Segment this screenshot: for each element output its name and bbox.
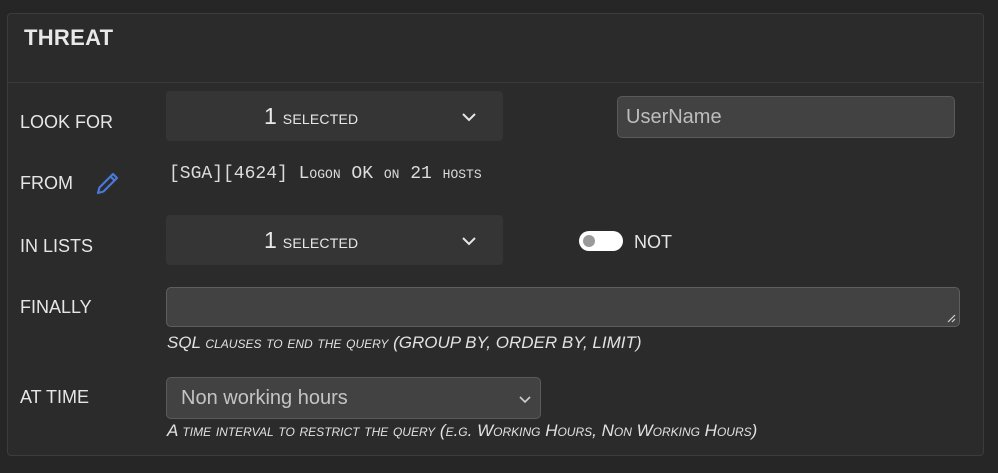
from-label: FROM (20, 173, 73, 193)
in-lists-label: IN LISTS (20, 236, 94, 256)
chevron-down-icon (519, 396, 531, 404)
finally-label: FINALLY (20, 297, 92, 317)
look-for-label: LOOK FOR (20, 112, 114, 132)
look-for-selected-count: 1 (264, 103, 277, 129)
from-source-text: [SGA][4624] Logon OK on 21 hosts (169, 164, 482, 184)
chevron-down-icon (462, 113, 476, 122)
look-for-dropdown-text: 1 SELECTED (264, 103, 358, 130)
toggle-knob (583, 235, 595, 247)
at-time-selected-value: Non working hours (181, 387, 348, 409)
at-time-select[interactable]: Non working hours (166, 377, 541, 419)
not-toggle[interactable] (579, 231, 623, 251)
resize-grip-icon[interactable] (946, 313, 956, 323)
in-lists-dropdown[interactable]: 1 SELECTED (166, 215, 503, 265)
in-lists-selected-count: 1 (264, 227, 277, 253)
at-time-hint: A time interval to restrict the query (e… (167, 421, 758, 440)
look-for-dropdown[interactable]: 1 SELECTED (166, 91, 503, 141)
chevron-down-icon (462, 237, 476, 246)
finally-textarea[interactable] (166, 287, 960, 327)
in-lists-selected-word: SELECTED (282, 231, 359, 253)
look-for-field-input[interactable] (617, 96, 955, 138)
look-for-selected-word: SELECTED (282, 107, 359, 129)
finally-hint: SQL clauses to end the query (GROUP BY, … (167, 333, 642, 352)
pencil-icon[interactable] (94, 169, 122, 197)
panel-header: THREAT (8, 14, 983, 83)
in-lists-dropdown-text: 1 SELECTED (264, 227, 358, 254)
at-time-label: AT TIME (20, 387, 90, 407)
not-label: NOT (634, 232, 672, 252)
panel-title: THREAT (24, 25, 114, 50)
